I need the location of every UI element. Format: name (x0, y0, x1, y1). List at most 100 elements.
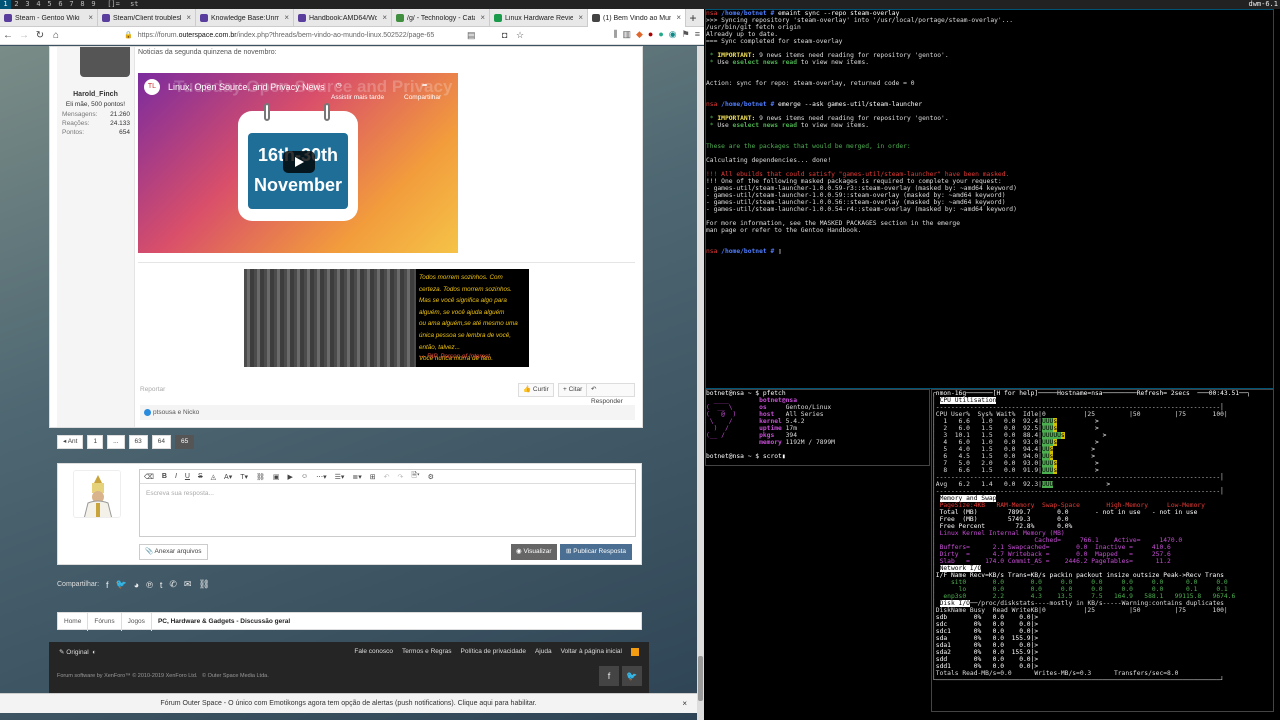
breadcrumb-item[interactable]: Home (58, 613, 89, 631)
home-icon[interactable]: ⌂ (48, 30, 64, 41)
share-link-icon[interactable]: ⛓ (198, 579, 209, 590)
list-icon[interactable]: ☰▾ (335, 473, 345, 481)
close-tab-icon[interactable]: × (284, 13, 289, 22)
breadcrumb-item[interactable]: Fóruns (88, 613, 122, 631)
like-button[interactable]: 👍 Curtir (518, 383, 554, 397)
extension-flag-icon[interactable]: ⚑ (682, 29, 690, 40)
pagination-page[interactable]: 65 (174, 435, 195, 449)
image-icon[interactable]: ▣ (273, 473, 280, 481)
text-color-icon[interactable]: ◬ (211, 473, 216, 481)
tumblr-icon[interactable]: t (160, 580, 163, 590)
menu-icon[interactable]: ≡ (695, 29, 700, 40)
notice-text[interactable]: Fórum Outer Space - O único com Emotikon… (160, 700, 536, 707)
facebook-icon[interactable]: f (106, 580, 109, 590)
dwm-tag-6[interactable]: 6 (55, 0, 66, 9)
browser-tab[interactable]: /g/ - Technology - Cata × (392, 9, 490, 27)
pagination-page[interactable]: 1 (87, 435, 104, 449)
dwm-tag-1[interactable]: 1 (0, 0, 11, 9)
browser-tab[interactable]: Handbook:AMD64/Wo × (294, 9, 392, 27)
quote-button[interactable]: + Citar (558, 383, 588, 397)
report-link[interactable]: Reportar (140, 386, 165, 393)
undo-icon[interactable]: ↶ (384, 473, 390, 481)
close-tab-icon[interactable]: × (186, 13, 191, 22)
reader-mode-icon[interactable]: ▤ (467, 30, 476, 41)
close-tab-icon[interactable]: × (480, 13, 485, 22)
facebook-footer-icon[interactable]: f (599, 666, 619, 686)
media-icon[interactable]: ▶ (288, 473, 293, 481)
dwm-tag-9[interactable]: 9 (88, 0, 99, 9)
reaction-users[interactable]: ptsousa e Nicko (153, 409, 199, 416)
watch-later-icon[interactable]: ◷ (336, 81, 342, 89)
footer-link[interactable]: Termos e Regras (402, 648, 452, 656)
dwm-tag-7[interactable]: 7 (66, 0, 77, 9)
browser-tab[interactable]: (1) Bem Vindo ao Mun × (588, 9, 686, 27)
pagination-page[interactable]: 64 (151, 435, 171, 449)
terminal-nmon[interactable]: ┌nmon-16g───────[H for help]─────Hostnam… (931, 389, 1274, 712)
font-family-icon[interactable]: A▾ (224, 473, 232, 481)
dark-mode-toggle-icon[interactable]: ◐ (92, 649, 96, 656)
draft-icon[interactable]: 🗎▾ (411, 471, 419, 482)
reply-textarea[interactable]: Escreva sua resposta... (140, 484, 635, 503)
extension-shield-icon[interactable]: ◆ (636, 29, 643, 40)
video-title[interactable]: Linux, Open Source, and Privacy News (168, 82, 325, 92)
italic-icon[interactable]: I (175, 473, 177, 480)
dwm-tag-2[interactable]: 2 (11, 0, 22, 9)
page-scrollbar[interactable] (697, 46, 704, 720)
share-label[interactable]: Compartilhar (404, 94, 441, 101)
eraser-icon[interactable]: ⌫ (144, 473, 154, 481)
email-icon[interactable]: ✉ (184, 579, 192, 590)
breadcrumb-item[interactable]: PC, Hardware & Gadgets - Discussão geral (152, 613, 296, 631)
settings-gear-icon[interactable]: ⚙ (428, 473, 434, 481)
pocket-icon[interactable]: ◘ (502, 30, 507, 40)
more-options-icon[interactable]: ⋯▾ (316, 473, 327, 481)
pagination-page[interactable]: 63 (128, 435, 148, 449)
footer-link[interactable]: Voltar à página inicial (561, 648, 622, 656)
bold-icon[interactable]: B (162, 473, 167, 480)
font-size-icon[interactable]: T▾ (240, 473, 248, 481)
strikethrough-icon[interactable]: S (198, 473, 203, 480)
close-tab-icon[interactable]: × (676, 13, 681, 22)
close-tab-icon[interactable]: × (382, 13, 387, 22)
share-arrow-icon[interactable]: ➦ (422, 81, 427, 89)
attach-files-button[interactable]: 📎 Anexar arquivos (139, 544, 208, 560)
footer-link[interactable]: Fale conosco (354, 648, 393, 656)
copyright-xenforo[interactable]: Forum software by XenForo™ © 2010-2019 X… (57, 673, 197, 679)
whatsapp-icon[interactable]: ✆ (169, 579, 177, 590)
pagination-prev[interactable]: ◂ Ant (57, 435, 84, 449)
reload-icon[interactable]: ↻ (32, 30, 48, 41)
breadcrumb-item[interactable]: Jogos (122, 613, 152, 631)
browser-tab[interactable]: Steam/Client troublesh × (98, 9, 196, 27)
preview-button[interactable]: ◉ Visualizar (511, 544, 557, 560)
push-notification-notice[interactable]: Fórum Outer Space - O único com Emotikon… (0, 693, 697, 713)
browser-tab[interactable]: Linux Hardware Revie × (490, 9, 588, 27)
dwm-tag-4[interactable]: 4 (33, 0, 44, 9)
scrollbar-thumb[interactable] (698, 656, 703, 701)
rss-icon[interactable] (631, 648, 639, 656)
url-bar[interactable]: 🔒 https://forum. outerspace.com.br/index.… (124, 29, 479, 43)
dwm-tag-5[interactable]: 5 (44, 0, 55, 9)
back-icon[interactable]: ← (0, 30, 16, 41)
close-icon[interactable]: × (682, 694, 687, 714)
twitter-icon[interactable]: 🐦 (116, 579, 127, 590)
library-icon[interactable]: ⫼ (613, 29, 617, 40)
redo-icon[interactable]: ↷ (398, 473, 404, 481)
sidebar-icon[interactable]: ▥ (622, 29, 631, 40)
channel-avatar[interactable]: TL (144, 79, 160, 95)
underline-icon[interactable]: U (185, 473, 190, 480)
smilie-icon[interactable]: ☺ (301, 473, 308, 480)
footer-link[interactable]: Política de privacidade (461, 648, 526, 656)
terminal-emerge[interactable]: nsa /home/botnet # emaint sync --repo st… (705, 9, 1274, 389)
new-tab-button[interactable]: + (686, 9, 700, 27)
reply-button[interactable]: ↶ Responder (586, 383, 635, 405)
post-reply-button[interactable]: ⊞ Publicar Resposta (560, 544, 633, 560)
username[interactable]: Harold_Finch (57, 91, 134, 98)
bookmark-star-icon[interactable]: ☆ (516, 30, 524, 41)
extension-teal-icon[interactable]: ◉ (669, 29, 677, 40)
dwm-tag-3[interactable]: 3 (22, 0, 33, 9)
terminal-pfetch[interactable]: botnet@nsa ~ $ pfetch ____ botnet@nsa( _… (705, 389, 930, 466)
pagination-page[interactable]: ... (107, 435, 125, 449)
close-tab-icon[interactable]: × (88, 13, 93, 22)
extension-ublock-icon[interactable]: ● (648, 29, 653, 40)
style-chooser[interactable]: ✎ Original ◐ (59, 648, 96, 656)
extension-green-icon[interactable]: ● (658, 29, 663, 40)
